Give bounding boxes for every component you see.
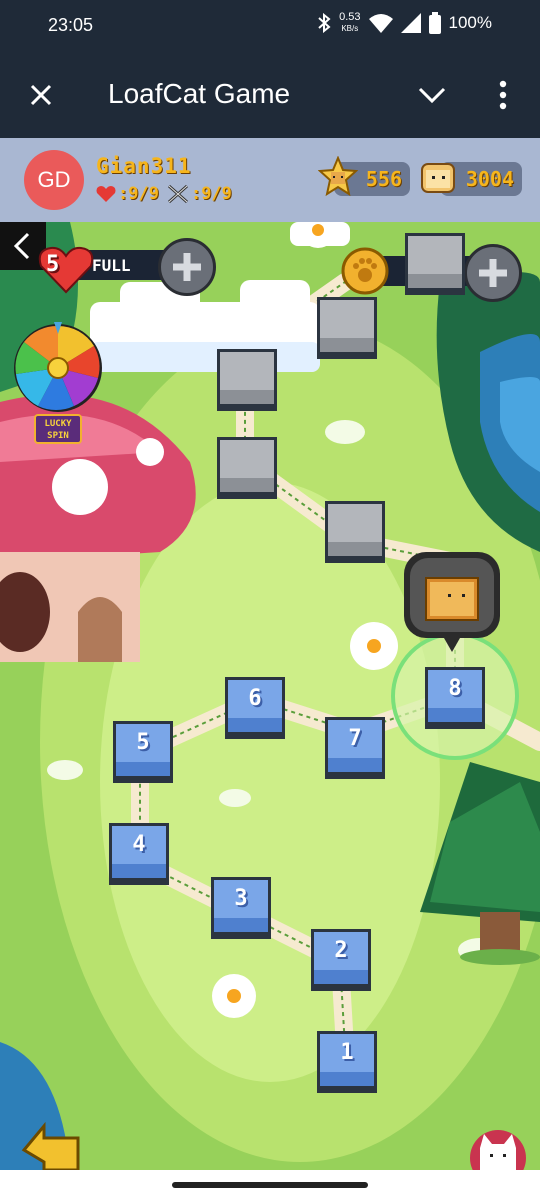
spin-wheel-icon xyxy=(14,322,102,412)
level-tile-current[interactable]: 8 xyxy=(424,666,486,730)
system-nav-bar xyxy=(0,1170,540,1200)
home-gesture-handle[interactable] xyxy=(172,1182,368,1188)
level-tile[interactable]: 5 xyxy=(112,720,174,784)
signal-icon xyxy=(400,13,421,33)
locked-level-tile[interactable] xyxy=(216,348,278,412)
avatar[interactable]: GD xyxy=(24,150,84,210)
game-map[interactable]: 5 FULL 0 LUCKY SPIN xyxy=(0,222,540,1170)
level-number: 5 xyxy=(136,730,150,755)
heart-icon xyxy=(96,186,116,202)
level-number: 2 xyxy=(334,938,348,963)
more-vert-icon[interactable] xyxy=(490,76,516,114)
bread-icon xyxy=(421,163,455,193)
net-speed: 0.53 KB/s xyxy=(339,11,361,34)
level-number: 3 xyxy=(234,886,248,911)
level-number: 4 xyxy=(132,832,146,857)
level-number: 1 xyxy=(340,1040,354,1065)
swords-value: :9/9 xyxy=(190,184,232,204)
level-number: 7 xyxy=(348,726,362,751)
lives-status: FULL xyxy=(92,256,131,275)
cat-icon xyxy=(470,1130,526,1170)
current-level-marker xyxy=(400,548,504,658)
stars-value: 556 xyxy=(365,167,402,191)
arrow-left-icon xyxy=(21,1121,80,1170)
bread-cat-icon xyxy=(404,552,500,652)
cat-profile-button[interactable] xyxy=(468,1124,528,1170)
level-tile[interactable]: 7 xyxy=(324,716,386,780)
player-stats: :9/9 :9/9 xyxy=(96,184,232,204)
locked-level-tile[interactable] xyxy=(316,296,378,360)
lives-bar: 5 FULL xyxy=(38,238,216,296)
add-coins-button[interactable] xyxy=(464,244,522,302)
lucky-spin-label: LUCKY SPIN xyxy=(34,414,82,444)
level-tile[interactable]: 1 xyxy=(316,1030,378,1094)
player-hud: GD Gian311 :9/9 :9/9 556 3004 xyxy=(0,138,540,222)
level-number: 6 xyxy=(248,686,262,711)
star-cat-icon xyxy=(318,156,358,197)
locked-level-tile[interactable] xyxy=(404,232,466,296)
back-arrow-button[interactable] xyxy=(20,1116,82,1170)
battery-icon xyxy=(428,12,441,34)
locked-level-tile[interactable] xyxy=(216,436,278,500)
chevron-down-icon[interactable] xyxy=(414,80,450,110)
paw-coin-icon xyxy=(341,247,389,295)
battery-percent: 100% xyxy=(448,13,492,32)
wifi-icon xyxy=(368,14,393,33)
level-tile[interactable]: 3 xyxy=(210,876,272,940)
lives-count: 5 xyxy=(46,252,60,277)
player-name: Gian311 xyxy=(96,154,192,178)
level-number: 8 xyxy=(448,676,462,701)
clock: 23:05 xyxy=(48,15,94,35)
plus-icon xyxy=(479,259,507,287)
page-title: LoafCat Game xyxy=(108,78,291,109)
hearts-value: :9/9 xyxy=(118,184,159,204)
add-lives-button[interactable] xyxy=(158,238,216,296)
level-tile[interactable]: 4 xyxy=(108,822,170,886)
level-tile[interactable]: 2 xyxy=(310,928,372,992)
status-bar: 23:05 0.53 KB/s 100% xyxy=(0,0,540,52)
level-tile[interactable]: 6 xyxy=(224,676,286,740)
app-bar: LoafCat Game xyxy=(0,52,540,138)
bread-value: 3004 xyxy=(465,167,514,191)
locked-level-tile[interactable] xyxy=(324,500,386,564)
close-icon[interactable] xyxy=(24,78,58,112)
bluetooth-icon xyxy=(318,13,331,33)
swords-icon xyxy=(167,184,188,204)
lucky-spin-button[interactable]: LUCKY SPIN xyxy=(10,322,106,446)
plus-icon xyxy=(173,253,201,281)
